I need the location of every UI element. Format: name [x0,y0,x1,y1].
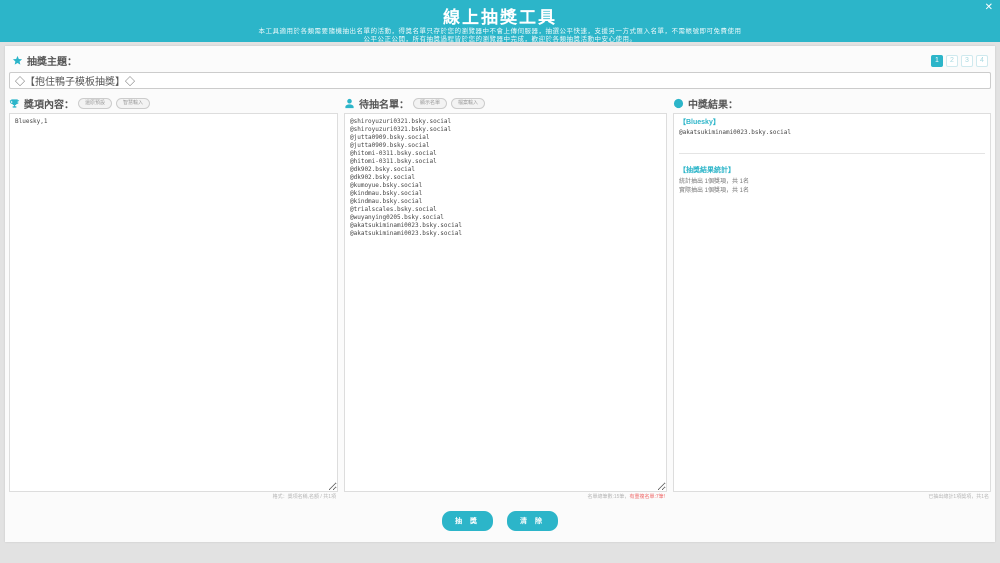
pool-header: 待抽名單： 顯示名單 檔案輸入 [344,96,667,111]
star-icon [12,55,23,66]
pool-textarea[interactable]: @shiroyuzuri0321.bsky.social @shiroyuzur… [344,113,667,492]
tab-theme-1[interactable]: 1 [931,54,943,67]
pool-status-duplicates: 有重複名單:7筆! [629,494,665,500]
app-header: 線上抽獎工具 本工具適用於各類需要隨機抽出名單的活動，得獎名單只存於您的瀏覽器中… [0,0,1000,43]
clear-button[interactable]: 清 除 [507,511,558,531]
theme-input[interactable] [9,72,991,89]
results-summary-line-1: 統計抽出 1個獎項，共 1名 [679,179,750,185]
prizes-textarea[interactable]: Bluesky,1 [9,113,338,492]
info-icon [673,98,684,109]
results-status: 已抽出總計1項獎項，共1名 [928,494,989,500]
tab-theme-2[interactable]: 2 [946,54,958,67]
theme-label: 抽獎主題： [27,57,77,68]
person-icon [344,98,355,109]
prizes-column: 獎項內容： 還原預設 智慧輸入 Bluesky,1 格式：獎項名稱,名額 / 共… [9,96,338,502]
prizes-smart-input-button[interactable]: 智慧輸入 [116,98,151,109]
prizes-label: 獎項內容： [24,100,74,111]
trophy-icon [9,98,20,109]
results-column: 中獎結果： 【Bluesky】 @akatsukiminami0023.bsky… [673,96,991,502]
theme-label-group: 抽獎主題： [12,53,77,68]
pool-status: 名單總筆數:15筆，有重複名單:7筆! [344,492,667,502]
footer-actions: 抽 獎 清 除 [9,502,991,538]
main-panel: 抽獎主題： 1 2 3 4 獎項內容： 還原預設 智慧輸入 Bluesky,1 … [5,46,995,542]
result-prize-title: 【Bluesky】 [679,119,720,126]
pool-status-count: 名單總筆數:15筆， [587,494,630,500]
theme-row: 抽獎主題： 1 2 3 4 [9,53,991,72]
prizes-header: 獎項內容： 還原預設 智慧輸入 [9,96,338,111]
results-summary-line-2: 實際抽出 1個獎項，共 1名 [679,188,750,194]
result-winner: @akatsukiminami0023.bsky.social [679,129,791,136]
theme-tabs: 1 2 3 4 [931,54,988,67]
header-description-line1: 本工具適用於各類需要隨機抽出名單的活動，得獎名單只存於您的瀏覽器中不會上傳伺服器… [258,28,742,35]
draw-button[interactable]: 抽 獎 [442,511,493,531]
results-label: 中獎結果： [688,100,738,111]
prizes-status: 格式：獎項名稱,名額 / 共1項 [272,494,336,500]
pool-label: 待抽名單： [359,100,409,111]
page-title: 線上抽獎工具 [443,8,557,27]
pool-column: 待抽名單： 顯示名單 檔案輸入 @shiroyuzuri0321.bsky.so… [344,96,667,502]
prizes-reset-button[interactable]: 還原預設 [78,98,113,109]
close-icon[interactable]: ✕ [985,3,993,13]
header-description-line2: 公平公正公開，所有抽獎過程皆於您的瀏覽器中完成，歡迎於各類抽獎活動中安心使用。 [363,36,637,43]
tab-theme-3[interactable]: 3 [961,54,973,67]
pool-show-list-button[interactable]: 顯示名單 [413,98,448,109]
results-summary-title: 【抽獎結果統計】 [679,167,735,174]
columns: 獎項內容： 還原預設 智慧輸入 Bluesky,1 格式：獎項名稱,名額 / 共… [9,96,991,502]
results-header: 中獎結果： [673,96,991,111]
results-box: 【Bluesky】 @akatsukiminami0023.bsky.socia… [673,113,991,492]
pool-file-input-button[interactable]: 檔案輸入 [451,98,486,109]
tab-theme-4[interactable]: 4 [976,54,988,67]
results-divider [679,153,985,154]
